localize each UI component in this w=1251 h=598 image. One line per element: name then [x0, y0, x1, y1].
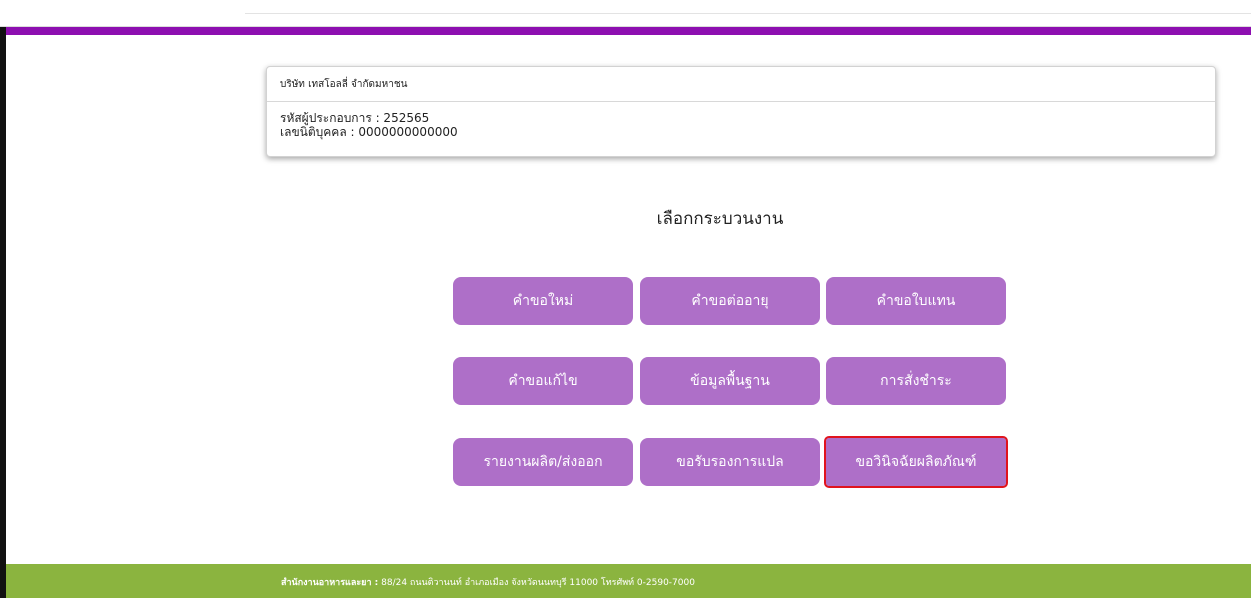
renewal-request-button[interactable]: คำขอต่ออายุ [640, 277, 820, 325]
left-edge [0, 0, 6, 598]
replacement-request-button[interactable]: คำขอใบแทน [826, 277, 1006, 325]
page: บริษัท เทสโอลลี่ จำกัดมหาชน รหัสผู้ประกอ… [0, 0, 1251, 598]
header-bar [6, 27, 1251, 35]
amendment-request-button[interactable]: คำขอแก้ไข [453, 357, 633, 405]
footer: สำนักงานอาหารและยา : 88/24 ถนนติวานนท์ อ… [6, 564, 1251, 598]
company-details: รหัสผู้ประกอบการ : 252565 เลขนิติบุคคล :… [267, 102, 1215, 139]
basic-info-button[interactable]: ข้อมูลพื้นฐาน [640, 357, 820, 405]
translation-certification-button[interactable]: ขอรับรองการแปล [640, 438, 820, 486]
company-name: บริษัท เทสโอลลี่ จำกัดมหาชน [267, 67, 1215, 102]
top-strip [0, 0, 1251, 27]
operator-code: รหัสผู้ประกอบการ : 252565 [280, 111, 430, 125]
section-title: เลือกกระบวนงาน [656, 209, 784, 229]
juristic-id: เลขนิติบุคคล : 0000000000000 [280, 125, 458, 139]
product-diagnosis-button[interactable]: ขอวินิจฉัยผลิตภัณฑ์ [824, 436, 1008, 488]
production-export-report-button[interactable]: รายงานผลิต/ส่งออก [453, 438, 633, 486]
footer-org-name: สำนักงานอาหารและยา : [281, 578, 379, 588]
payment-order-button[interactable]: การสั่งชำระ [826, 357, 1006, 405]
company-info-card: บริษัท เทสโอลลี่ จำกัดมหาชน รหัสผู้ประกอ… [266, 66, 1216, 157]
footer-address: 88/24 ถนนติวานนท์ อำเภอเมือง จังหวัดนนทบ… [378, 578, 695, 588]
top-divider [245, 13, 1251, 14]
new-request-button[interactable]: คำขอใหม่ [453, 277, 633, 325]
